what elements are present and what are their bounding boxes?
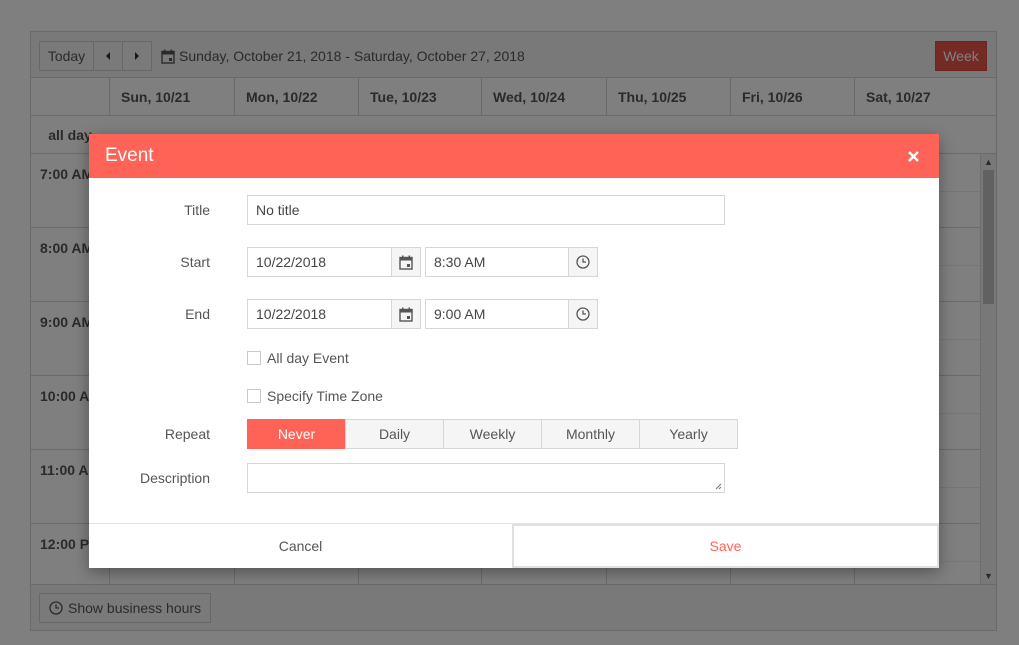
repeat-option-monthly[interactable]: Monthly [541,419,640,449]
end-time-button[interactable] [568,300,597,328]
calendar-icon [399,255,413,270]
dialog-actions: Cancel Save [89,523,939,568]
start-time-button[interactable] [568,248,597,276]
description-textarea[interactable] [247,463,725,493]
start-time-value[interactable]: 8:30 AM [426,248,568,276]
end-time-picker[interactable]: 9:00 AM [425,299,598,329]
repeat-option-yearly[interactable]: Yearly [639,419,738,449]
repeat-option-weekly[interactable]: Weekly [443,419,542,449]
checkbox-box[interactable] [247,389,261,403]
title-label: Title [184,202,210,218]
close-button[interactable] [903,146,923,166]
clock-icon [576,307,590,321]
close-icon [907,150,919,162]
calendar-icon [399,307,413,322]
repeat-label: Repeat [164,426,210,442]
event-dialog: Event Title No title Start 10/22/2018 8:… [89,134,939,568]
checkbox-box[interactable] [247,351,261,365]
dialog-titlebar: Event [89,134,939,178]
start-date-picker[interactable]: 10/22/2018 [247,247,421,277]
repeat-option-daily[interactable]: Daily [345,419,444,449]
allday-event-checkbox[interactable]: All day Event [247,350,349,366]
start-time-picker[interactable]: 8:30 AM [425,247,598,277]
repeat-option-never[interactable]: Never [247,419,346,449]
save-button[interactable]: Save [512,524,939,568]
cancel-button[interactable]: Cancel [89,524,512,568]
end-time-value[interactable]: 9:00 AM [426,300,568,328]
timezone-label: Specify Time Zone [267,388,383,404]
dialog-title: Event [105,145,154,166]
allday-event-label: All day Event [267,350,349,366]
description-label: Description [139,470,210,486]
start-label: Start [180,254,210,270]
end-date-value[interactable]: 10/22/2018 [248,300,391,328]
end-date-picker[interactable]: 10/22/2018 [247,299,421,329]
start-date-button[interactable] [391,248,420,276]
start-date-value[interactable]: 10/22/2018 [248,248,391,276]
resize-handle-icon[interactable] [715,483,722,490]
end-date-button[interactable] [391,300,420,328]
end-label: End [185,306,210,322]
clock-icon [576,255,590,269]
timezone-checkbox[interactable]: Specify Time Zone [247,388,383,404]
repeat-selector: Never Daily Weekly Monthly Yearly [247,419,738,449]
title-input[interactable]: No title [247,195,725,225]
